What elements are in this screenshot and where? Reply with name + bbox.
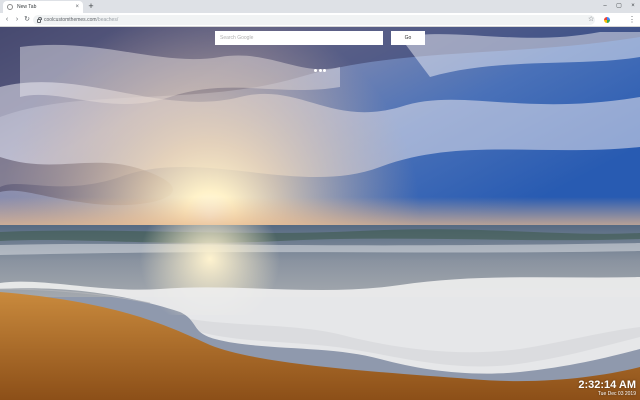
clock-time: 2:32:14 AM — [578, 379, 636, 391]
tab-title: New Tab — [17, 4, 37, 10]
maximize-button[interactable]: ▢ — [612, 0, 626, 13]
new-tab-page: Go 2:32:14 AM Tue Dec 03 2019 — [0, 27, 640, 400]
beach-wallpaper — [0, 27, 640, 400]
dot — [323, 68, 326, 72]
dot — [314, 68, 317, 72]
tab-strip: New Tab × + – ▢ × — [0, 0, 640, 13]
tab-new-tab[interactable]: New Tab × — [3, 1, 83, 13]
more-options-icon[interactable] — [314, 68, 326, 72]
close-icon[interactable]: × — [75, 4, 79, 10]
minimize-button[interactable]: – — [598, 0, 612, 13]
google-search-bar: Go — [215, 31, 425, 45]
new-tab-button[interactable]: + — [86, 1, 96, 12]
browser-menu-icon[interactable]: ⋮ — [628, 14, 636, 26]
extension-icon[interactable] — [604, 17, 610, 23]
reload-button[interactable]: ↻ — [22, 14, 32, 26]
url-host: coolcustomthemes.com — [44, 17, 97, 23]
lock-icon — [37, 17, 42, 23]
url-path: /beaches/ — [96, 17, 119, 23]
forward-button[interactable]: › — [12, 14, 22, 26]
address-bar[interactable]: coolcustomthemes.com/beaches/ — [33, 15, 595, 25]
back-button[interactable]: ‹ — [2, 14, 12, 26]
dot — [318, 68, 322, 72]
clock-widget: 2:32:14 AM Tue Dec 03 2019 — [578, 379, 636, 398]
close-window-button[interactable]: × — [626, 0, 640, 13]
globe-icon — [7, 4, 13, 10]
clock-date: Tue Dec 03 2019 — [597, 391, 636, 397]
search-input[interactable] — [215, 31, 383, 45]
go-button[interactable]: Go — [391, 31, 425, 45]
bookmark-star-icon[interactable]: ☆ — [588, 15, 594, 25]
browser-toolbar: ‹ › ↻ coolcustomthemes.com/beaches/ ☆ ⋮ — [0, 13, 640, 27]
